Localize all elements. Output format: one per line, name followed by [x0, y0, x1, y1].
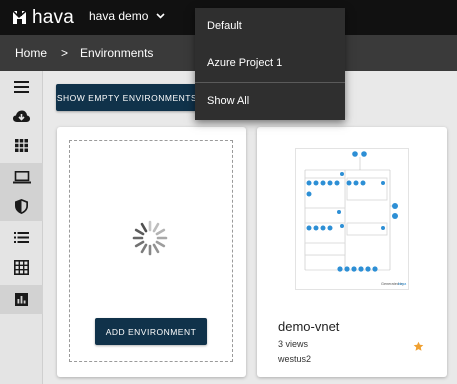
org-name: hava demo: [89, 9, 149, 23]
add-environment-card: ADD ENVIRONMENT: [57, 127, 246, 377]
hava-logo-icon: [12, 10, 27, 24]
environment-views: 3 views: [278, 339, 309, 349]
environment-name: demo-vnet: [278, 319, 340, 334]
chevron-down-icon: [156, 13, 165, 19]
logo[interactable]: hava: [11, 8, 74, 27]
show-empty-environments-button[interactable]: SHOW EMPTY ENVIRONMENTS: [56, 84, 198, 111]
org-dropdown-menu: Default Azure Project 1 Show All: [195, 8, 345, 120]
diagram-brand: hava: [398, 282, 407, 286]
sidebar: [0, 71, 43, 384]
sidebar-item-security[interactable]: [0, 192, 43, 221]
breadcrumb-separator: >: [61, 46, 69, 60]
cloud-download-icon: [13, 110, 30, 122]
laptop-icon: [12, 171, 31, 184]
environment-diagram-thumbnail: Generated by hava: [295, 148, 409, 290]
star-icon[interactable]: [413, 341, 424, 352]
add-environment-dropzone[interactable]: ADD ENVIRONMENT: [69, 140, 233, 362]
sidebar-item-import[interactable]: [0, 102, 43, 131]
dropdown-item-show-all[interactable]: Show All: [195, 95, 345, 107]
loading-spinner-icon: [132, 220, 168, 256]
add-environment-button[interactable]: ADD ENVIRONMENT: [95, 318, 207, 345]
dropdown-item-default[interactable]: Default: [195, 20, 345, 32]
bar-chart-icon: [15, 293, 28, 306]
environment-card[interactable]: Generated by hava demo-vnet 3 views west…: [257, 127, 447, 377]
shield-icon: [15, 199, 28, 214]
sidebar-item-reports[interactable]: [0, 285, 43, 314]
environment-region: westus2: [278, 354, 312, 364]
sidebar-item-environments[interactable]: [0, 163, 43, 192]
brand-name: hava: [32, 7, 75, 28]
table-icon: [14, 260, 29, 275]
sidebar-item-table[interactable]: [0, 253, 43, 282]
breadcrumb-home[interactable]: Home: [15, 46, 47, 60]
dropdown-item-azure-project-1[interactable]: Azure Project 1: [195, 57, 345, 69]
sidebar-item-list[interactable]: [0, 223, 43, 252]
org-switcher[interactable]: hava demo: [89, 9, 165, 23]
sidebar-item-menu[interactable]: [0, 72, 43, 101]
dropdown-divider: [195, 82, 345, 83]
sidebar-item-dashboard[interactable]: [0, 131, 43, 160]
list-icon: [14, 232, 29, 243]
hamburger-icon: [14, 80, 29, 93]
breadcrumb-current: Environments: [80, 46, 154, 60]
grid-icon: [15, 139, 28, 152]
breadcrumb: Home > Environments: [15, 46, 153, 60]
